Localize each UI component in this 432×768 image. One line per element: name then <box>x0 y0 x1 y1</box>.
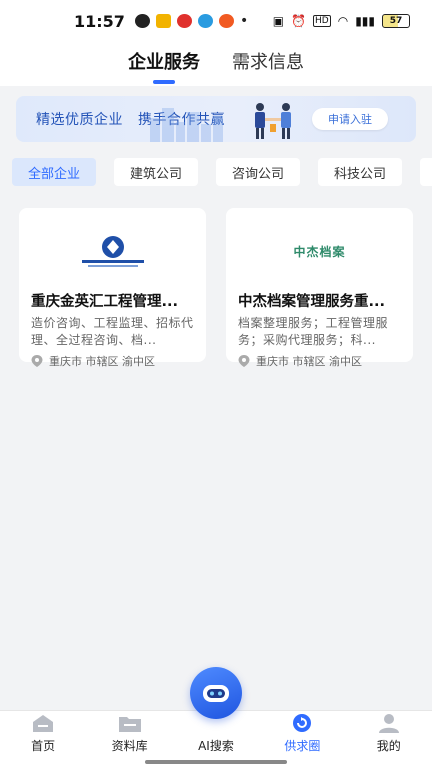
nav-label: 首页 <box>31 739 56 753</box>
refresh-circle-icon <box>293 714 312 732</box>
status-time: 11:57 <box>74 11 125 31</box>
location-pin-icon <box>238 355 250 367</box>
company-name: 中杰档案管理服务重... <box>238 294 386 310</box>
promo-banner[interactable]: 精选优质企业 携手合作共赢 申请入驻 <box>16 96 416 142</box>
location-pin-icon <box>31 355 43 367</box>
nav-label: 资料库 <box>111 739 148 753</box>
nav-library[interactable]: 资料库 <box>90 713 170 754</box>
category-filters: 全部企业 建筑公司 咨询公司 科技公司 <box>12 158 432 186</box>
home-indicator[interactable] <box>145 760 287 764</box>
tab-enterprise-services[interactable]: 企业服务 <box>128 42 200 86</box>
banner-text-1: 精选优质企业 <box>36 112 123 128</box>
company-description: 造价咨询、工程监理、招标代理、全过程咨询、档... <box>31 316 194 347</box>
weibo-icon <box>176 14 192 28</box>
alarm-icon: ⏰ <box>291 14 306 28</box>
battery-icon: 57 <box>382 14 410 28</box>
signal-icon: ▮▮▮ <box>355 14 375 28</box>
taobao-icon <box>218 14 234 28</box>
robot-icon <box>202 685 229 702</box>
nav-label: 我的 <box>376 739 401 753</box>
company-logo <box>31 220 194 282</box>
system-icons: ▣ ⏰ HD ◠ ▮▮▮ 57 <box>273 14 410 28</box>
wechat-icon <box>134 14 150 28</box>
notification-icons: • <box>134 13 249 29</box>
filter-more[interactable] <box>420 158 432 186</box>
apply-join-button[interactable]: 申请入驻 <box>312 108 388 130</box>
more-dot-icon: • <box>239 13 249 29</box>
nav-home[interactable]: 首页 <box>3 713 83 754</box>
handshake-icon <box>255 103 291 139</box>
filter-technology[interactable]: 科技公司 <box>318 158 402 186</box>
tab-demand-info[interactable]: 需求信息 <box>232 42 304 86</box>
app-notification-icon <box>155 14 171 28</box>
enterprise-card[interactable]: 重庆金英汇工程管理... 造价咨询、工程监理、招标代理、全过程咨询、档... 重… <box>19 208 206 368</box>
user-icon <box>378 714 399 733</box>
company-location: 重庆市 市辖区 渝中区 <box>238 353 401 369</box>
hd-icon: HD <box>313 15 331 27</box>
home-icon <box>33 715 54 732</box>
nfc-icon: ▣ <box>272 14 285 28</box>
nav-label: AI搜索 <box>198 739 234 753</box>
zhongjie-logo-text: 中杰档案 <box>293 244 346 259</box>
company-name: 重庆金英汇工程管理... <box>31 294 179 310</box>
ai-search-button[interactable] <box>189 667 242 719</box>
nav-label: 供求圈 <box>284 739 321 753</box>
location-text: 重庆市 市辖区 渝中区 <box>49 355 155 368</box>
nav-mine[interactable]: 我的 <box>349 713 429 754</box>
telegram-icon <box>197 14 213 28</box>
company-location: 重庆市 市辖区 渝中区 <box>31 353 194 369</box>
filter-construction[interactable]: 建筑公司 <box>114 158 198 186</box>
company-description: 档案整理服务；工程管理服务；采购代理服务；科... <box>238 316 389 347</box>
status-bar: 11:57 • ▣ ⏰ HD ◠ ▮▮▮ 57 <box>0 0 432 42</box>
nav-ai-search[interactable]: AI搜索 <box>176 667 256 754</box>
location-text: 重庆市 市辖区 渝中区 <box>256 355 362 368</box>
city-skyline-icon <box>150 108 223 142</box>
nav-supply-demand[interactable]: 供求圈 <box>262 713 342 754</box>
top-tabs: 企业服务 需求信息 <box>0 42 432 86</box>
filter-consulting[interactable]: 咨询公司 <box>216 158 300 186</box>
filter-all-enterprises[interactable]: 全部企业 <box>12 158 96 186</box>
wifi-icon: ◠ <box>337 14 349 28</box>
jinyinghui-logo-icon <box>81 236 144 267</box>
company-logo: 中杰档案 <box>238 220 401 282</box>
enterprise-card[interactable]: 中杰档案 中杰档案管理服务重... 档案整理服务；工程管理服务；采购代理服务；科… <box>226 208 413 368</box>
folder-icon <box>118 717 141 732</box>
